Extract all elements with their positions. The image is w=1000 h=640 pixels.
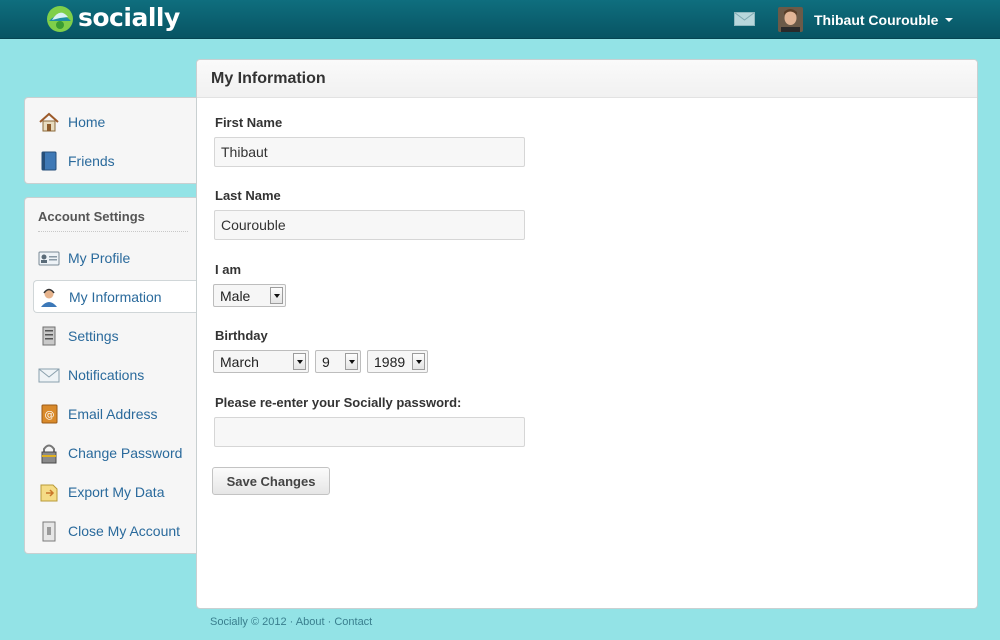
export-icon [40, 484, 58, 502]
birth-month-select[interactable]: March [213, 350, 309, 373]
user-headset-icon [41, 288, 57, 307]
gender-value: Male [220, 288, 251, 304]
about-link[interactable]: About [296, 616, 325, 628]
envelope-icon[interactable] [734, 12, 755, 26]
page-title: My Information [211, 70, 326, 87]
sidebar-item-label: Settings [68, 328, 119, 344]
sidebar-item-settings[interactable]: Settings [25, 320, 197, 352]
sidebar-item-label: Home [68, 114, 106, 130]
sidebar-settings: Account Settings My Profile My Informati… [24, 197, 199, 554]
contact-link[interactable]: Contact [334, 616, 372, 628]
app-name: socially [78, 2, 180, 32]
door-icon [42, 521, 56, 542]
birth-month-value: March [220, 354, 259, 370]
panel-header: My Information [197, 60, 977, 98]
sidebar-item-change-password[interactable]: Change Password [25, 437, 197, 469]
save-changes-button[interactable]: Save Changes [212, 467, 330, 495]
sidebar-item-label: Export My Data [68, 484, 165, 500]
home-icon [39, 112, 59, 132]
gender-label: I am [215, 262, 242, 277]
sidebar-item-label: Change Password [68, 445, 183, 461]
birth-day-value: 9 [322, 354, 330, 370]
id-card-icon [38, 251, 60, 266]
svg-text:@: @ [45, 410, 55, 421]
birth-day-select[interactable]: 9 [315, 350, 361, 373]
sidebar-item-label: Email Address [68, 406, 158, 422]
sidebar-item-my-profile[interactable]: My Profile [25, 242, 197, 274]
top-bar: socially Thibaut Courouble [0, 0, 1000, 39]
lock-icon [41, 444, 57, 464]
avatar [778, 7, 803, 32]
copyright: Socially © 2012 [210, 616, 287, 628]
chevron-down-icon [270, 287, 283, 304]
birthday-label: Birthday [215, 328, 268, 343]
socially-leaf-logo [47, 6, 73, 32]
sidebar-item-email-address[interactable]: @ Email Address [25, 398, 197, 430]
sidebar-item-label: My Information [69, 288, 162, 305]
sidebar-item-close-my-account[interactable]: Close My Account [25, 515, 197, 547]
password-field[interactable] [214, 417, 525, 447]
address-book-icon: @ [41, 404, 58, 424]
sidebar-nav: Home Friends [24, 97, 198, 184]
sidebar-item-label: Friends [68, 153, 115, 169]
chevron-down-icon [293, 353, 306, 370]
logo[interactable]: socially [46, 2, 180, 34]
sidebar-item-notifications[interactable]: Notifications [25, 359, 197, 391]
first-name-field[interactable] [214, 137, 525, 167]
sidebar-item-label: Notifications [68, 367, 145, 383]
password-label: Please re-enter your Socially password: [215, 395, 462, 410]
caret-down-icon [945, 17, 954, 22]
footer: Socially © 2012 · About · Contact [210, 616, 372, 628]
sidebar-item-home[interactable]: Home [25, 106, 197, 138]
first-name-label: First Name [215, 115, 283, 130]
envelope-icon [38, 368, 60, 383]
divider [38, 231, 188, 232]
user-menu[interactable]: Thibaut Courouble [778, 7, 954, 32]
chevron-down-icon [345, 353, 358, 370]
sidebar-item-my-information[interactable]: My Information [33, 280, 199, 313]
sidebar-item-export-my-data[interactable]: Export My Data [25, 476, 197, 508]
server-icon [42, 326, 56, 346]
sidebar-item-label: My Profile [68, 250, 131, 266]
footer-separator: · [327, 616, 332, 628]
book-icon [41, 151, 57, 171]
birth-year-select[interactable]: 1989 [367, 350, 428, 373]
sidebar-item-friends[interactable]: Friends [25, 145, 197, 177]
last-name-label: Last Name [215, 188, 281, 203]
main-panel: My Information First Name Last Name I am… [196, 59, 978, 609]
sidebar-item-label: Close My Account [68, 523, 181, 539]
user-name: Thibaut Courouble [814, 11, 939, 28]
gender-select[interactable]: Male [213, 284, 286, 307]
birth-year-value: 1989 [374, 354, 406, 370]
last-name-field[interactable] [214, 210, 525, 240]
section-title: Account Settings [38, 209, 145, 224]
chevron-down-icon [412, 353, 425, 370]
footer-separator: · [289, 616, 294, 628]
